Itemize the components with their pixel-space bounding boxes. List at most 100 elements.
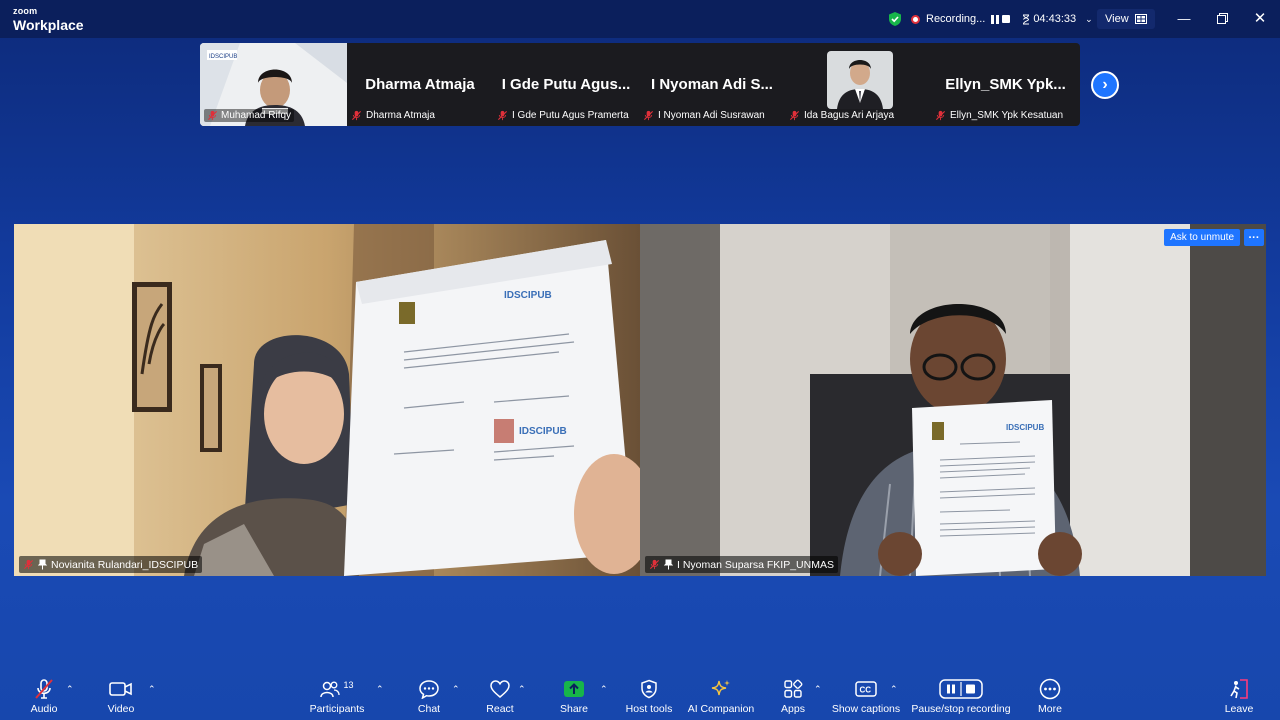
next-page-arrow-icon[interactable]: › bbox=[1091, 71, 1119, 99]
more-button[interactable]: More bbox=[1010, 677, 1090, 719]
participant-name: Novianita Rulandari_IDSCIPUB bbox=[51, 558, 199, 571]
svg-text:IDSCIPUB: IDSCIPUB bbox=[209, 54, 237, 60]
participant-name: I Gde Putu Agus Pramerta bbox=[512, 110, 629, 121]
closed-captions-icon: CC bbox=[855, 681, 877, 697]
ai-companion-label: AI Companion bbox=[687, 703, 755, 715]
thumbnail-label: I Nyoman Adi Susrawan bbox=[643, 107, 783, 124]
participant-display-name: Dharma Atmaja bbox=[365, 76, 475, 93]
participant-display-name: I Nyoman Adi S... bbox=[651, 76, 773, 93]
minimize-icon[interactable]: — bbox=[1174, 8, 1194, 28]
leave-door-icon bbox=[1230, 679, 1248, 699]
participant-name: Ellyn_SMK Ypk Kesatuan bbox=[950, 110, 1064, 121]
ellipsis-icon: ··· bbox=[1248, 231, 1260, 244]
ask-to-unmute-button[interactable]: Ask to unmute bbox=[1164, 229, 1240, 246]
chat-options-chevron-icon[interactable]: ⌃ bbox=[452, 684, 460, 695]
muted-mic-icon bbox=[351, 110, 362, 121]
restore-icon[interactable] bbox=[1212, 8, 1232, 28]
leave-label: Leave bbox=[1224, 703, 1254, 715]
participant-name: Muhamad Rifqy bbox=[221, 110, 292, 121]
apps-grid-icon bbox=[784, 679, 803, 698]
muted-mic-icon bbox=[649, 559, 660, 570]
participant-thumbnail[interactable]: Ellyn_SMK Ypk... Ellyn_SMK Ypk Kesatuan bbox=[931, 43, 1080, 126]
participants-options-chevron-icon[interactable]: ⌃ bbox=[376, 684, 384, 695]
stop-recording-icon[interactable] bbox=[1002, 15, 1011, 23]
participants-label: Participants bbox=[309, 703, 365, 715]
muted-mic-icon bbox=[497, 110, 508, 121]
video-tile-right[interactable]: IDSCIPUB Ask to unmute ··· I Nyoman Supa… bbox=[640, 224, 1266, 576]
muted-mic-icon bbox=[35, 679, 53, 699]
title-bar: zoom Workplace Recording... 04:43:33 ⌄ V… bbox=[0, 0, 1280, 38]
muted-mic-icon bbox=[935, 110, 946, 121]
muted-mic-icon bbox=[643, 110, 654, 121]
svg-text:IDSCIPUB: IDSCIPUB bbox=[519, 426, 567, 437]
participant-thumbnail[interactable]: Ida Bagus Ari Arjaya bbox=[785, 43, 931, 126]
thumbnail-label: Dharma Atmaja bbox=[351, 107, 491, 124]
audio-label: Audio bbox=[30, 703, 58, 715]
apps-label: Apps bbox=[781, 703, 805, 715]
view-button[interactable]: View bbox=[1097, 9, 1155, 29]
grid-view-icon bbox=[1134, 14, 1147, 24]
thumbnail-label: Ida Bagus Ari Arjaya bbox=[789, 107, 929, 124]
video-label: Video bbox=[107, 703, 135, 715]
participant-display-name: Ellyn_SMK Ypk... bbox=[945, 76, 1066, 93]
leave-button[interactable]: Leave bbox=[1199, 677, 1279, 719]
hourglass-icon bbox=[1023, 14, 1030, 24]
participant-name: Dharma Atmaja bbox=[366, 110, 435, 121]
host-shield-icon bbox=[641, 679, 657, 699]
pause-stop-recording-label: Pause/stop recording bbox=[911, 703, 1011, 715]
captions-options-chevron-icon[interactable]: ⌃ bbox=[890, 684, 898, 695]
thumbnail-label: I Gde Putu Agus Pramerta bbox=[497, 107, 637, 124]
participants-button[interactable]: 13 Participants bbox=[297, 677, 377, 719]
react-label: React bbox=[486, 703, 514, 715]
app-logo: zoom Workplace bbox=[13, 6, 84, 33]
participant-avatar-photo bbox=[827, 51, 893, 109]
recording-status: Recording... 04:43:33 ⌄ bbox=[887, 9, 1093, 29]
share-options-chevron-icon[interactable]: ⌃ bbox=[600, 684, 608, 695]
audio-options-chevron-icon[interactable]: ⌃ bbox=[66, 684, 74, 695]
video-tile-left[interactable]: IDSCIPUB IDSCIPUB Novianita Rulandari_ID… bbox=[14, 224, 640, 576]
encryption-shield-icon[interactable] bbox=[887, 11, 903, 27]
more-ellipsis-icon bbox=[1039, 678, 1061, 700]
participant-video: IDSCIPUB bbox=[640, 224, 1266, 576]
apps-options-chevron-icon[interactable]: ⌃ bbox=[814, 684, 822, 695]
meeting-toolbar: Audio ⌃ Video ⌃ 13 Participants ⌃ Chat ⌃… bbox=[0, 672, 1280, 720]
participant-name: Ida Bagus Ari Arjaya bbox=[804, 110, 895, 121]
video-name-label: Novianita Rulandari_IDSCIPUB bbox=[19, 556, 203, 573]
host-tools-label: Host tools bbox=[625, 703, 673, 715]
recording-label: Recording... bbox=[926, 13, 986, 25]
participant-thumbnail[interactable]: IDSCIPUB Muhamad Rifqy bbox=[200, 43, 347, 126]
participant-name: I Nyoman Suparsa FKIP_UNMAS bbox=[677, 558, 834, 571]
pause-stop-recording-button[interactable]: Pause/stop recording bbox=[906, 677, 1016, 719]
react-button[interactable]: React bbox=[460, 677, 540, 719]
video-camera-icon bbox=[109, 682, 132, 696]
video-options-chevron-icon[interactable]: ⌃ bbox=[148, 684, 156, 695]
brand-small: zoom bbox=[13, 6, 38, 16]
close-icon[interactable]: ✕ bbox=[1250, 8, 1270, 28]
participant-strip: IDSCIPUB Muhamad Rifqy Dharma Atmaja Dha… bbox=[200, 43, 1080, 126]
participant-name: I Nyoman Adi Susrawan bbox=[658, 110, 765, 121]
video-name-label: I Nyoman Suparsa FKIP_UNMAS bbox=[645, 556, 838, 573]
react-options-chevron-icon[interactable]: ⌃ bbox=[518, 684, 526, 695]
participant-thumbnail[interactable]: I Nyoman Adi S... I Nyoman Adi Susrawan bbox=[639, 43, 785, 126]
ask-to-unmute-label: Ask to unmute bbox=[1170, 232, 1234, 243]
recording-dot-icon bbox=[911, 14, 920, 24]
more-label: More bbox=[1038, 703, 1062, 715]
share-screen-icon bbox=[564, 681, 584, 697]
view-label: View bbox=[1105, 13, 1129, 25]
svg-text:IDSCIPUB: IDSCIPUB bbox=[504, 290, 552, 301]
muted-mic-icon bbox=[789, 110, 800, 121]
video-options-button[interactable]: ··· bbox=[1244, 229, 1264, 246]
participants-icon bbox=[320, 681, 341, 698]
participant-video: IDSCIPUB IDSCIPUB bbox=[14, 224, 640, 576]
muted-mic-icon bbox=[207, 110, 218, 121]
ai-companion-button[interactable]: AI Companion bbox=[681, 677, 761, 719]
muted-mic-icon bbox=[23, 559, 34, 570]
participant-thumbnail[interactable]: Dharma Atmaja Dharma Atmaja bbox=[347, 43, 493, 126]
pause-recording-icon[interactable] bbox=[991, 14, 1000, 24]
meeting-timer[interactable]: 04:43:33 ⌄ bbox=[1022, 13, 1093, 25]
host-tools-button[interactable]: Host tools bbox=[609, 677, 689, 719]
svg-text:IDSCIPUB: IDSCIPUB bbox=[1006, 423, 1044, 432]
participant-thumbnail[interactable]: I Gde Putu Agus... I Gde Putu Agus Prame… bbox=[493, 43, 639, 126]
show-captions-label: Show captions bbox=[831, 703, 901, 715]
chevron-down-icon[interactable]: ⌄ bbox=[1085, 14, 1093, 25]
